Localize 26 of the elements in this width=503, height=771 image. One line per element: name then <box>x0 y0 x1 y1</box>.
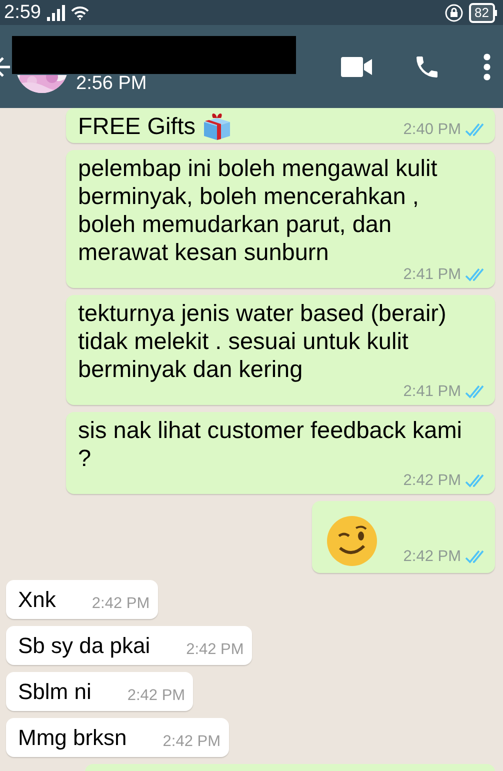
message-time: 2:42 PM <box>162 733 221 751</box>
battery-indicator: 82 <box>468 2 495 22</box>
message-time: 2:42 PM <box>92 595 150 613</box>
message-text: Sblm ni <box>18 678 92 706</box>
winking-face-icon <box>326 515 378 567</box>
last-seen-text: 2:56 PM <box>76 72 147 94</box>
message-text: Mmg brksn <box>18 724 127 752</box>
message-text: Sb sy da pkai <box>18 632 150 660</box>
status-time: 2:59 <box>4 2 41 24</box>
wifi-icon <box>70 6 89 20</box>
message-text: tekturnya jenis water based (berair) tidak melekit . sesuai untuk kulit berminyak dan kering <box>78 299 448 383</box>
signal-icon <box>46 4 65 20</box>
video-camera-icon[interactable] <box>341 56 373 78</box>
message-time: 2:42 PM <box>403 548 461 566</box>
message-time: 2:40 PM <box>403 121 461 139</box>
message-text: Xnk <box>18 586 56 614</box>
message-time: 2:42 PM <box>186 641 244 659</box>
message-time: 2:41 PM <box>403 266 461 284</box>
message-text: pelembap ini boleh mengawal kulit berminyak, boleh mencerahkan , boleh memudarkan parut, dan merawat kesan sunburn <box>78 154 438 266</box>
lock-icon <box>444 4 463 22</box>
message-time: 2:42 PM <box>403 472 461 490</box>
message-text: sis nak lihat customer feedback kami ? <box>78 416 463 472</box>
message-text: FREE Gifts <box>78 112 196 140</box>
menu-icon[interactable] <box>483 52 491 80</box>
message-time: 2:41 PM <box>403 383 461 401</box>
message-time: 2:42 PM <box>127 687 186 705</box>
